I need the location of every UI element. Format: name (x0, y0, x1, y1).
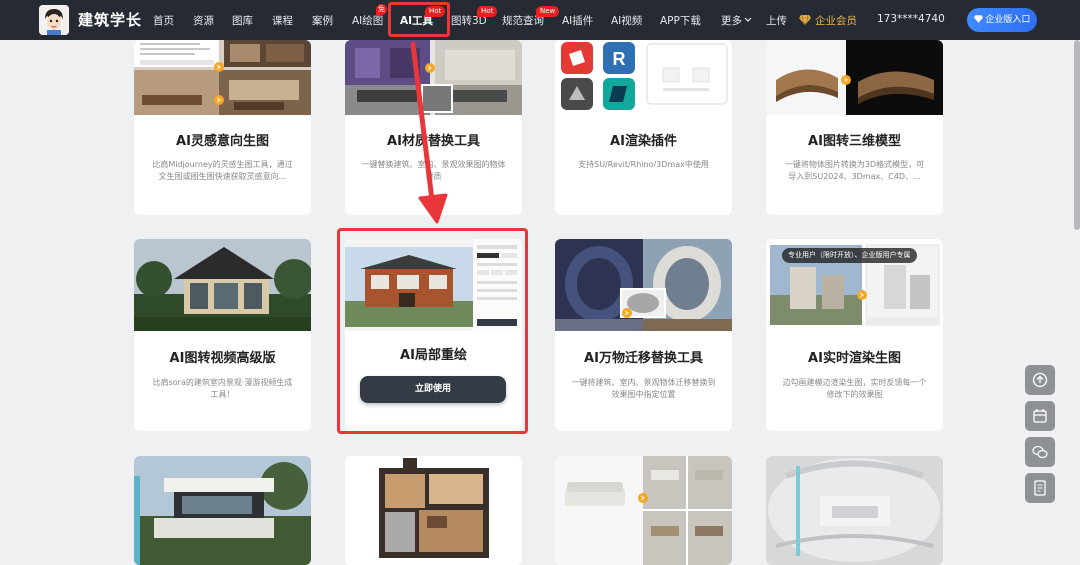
tool-card-inspiration[interactable]: AI灵感意向生图 比肩Midjourney的灵感生图工具，通过文生图或图生图快速… (134, 40, 311, 215)
nav-cases[interactable]: 案例 (312, 13, 333, 28)
arrow-up-icon (1032, 372, 1048, 388)
free-badge: 免 (376, 4, 387, 15)
tool-card-material[interactable]: AI材质替换工具 一键替换建筑、室内、景观效果图的物体材质 (345, 40, 522, 215)
card-title: AI实时渲染生图 (808, 351, 901, 366)
nav-ai-drawing[interactable]: AI绘图 (352, 13, 383, 28)
top-nav: 建筑学长 首页 资源 图库 课程 案例 AI绘图 免 AI工具 Hot 图转3D… (0, 0, 1080, 40)
card-thumbnail (555, 456, 732, 565)
user-phone[interactable]: 173****4740 (877, 13, 945, 25)
enterprise-vip-link[interactable]: 企业会员 (799, 13, 857, 28)
nav-more[interactable]: 更多 (721, 13, 742, 28)
card-description: 一键将建筑、室内、景观物体迁移替换到效果图中指定位置 (571, 378, 716, 399)
card-description: 边勾画建模边渲染生图，实时反馈每一个修改下的效果图 (782, 378, 927, 399)
enterprise-entry-button[interactable]: 企业版入口 (967, 8, 1037, 32)
nav-ai-video[interactable]: AI视频 (611, 13, 642, 28)
svg-text:R: R (613, 49, 626, 69)
card-thumbnail (134, 40, 311, 115)
wechat-button[interactable] (1025, 437, 1055, 467)
new-badge: New (536, 6, 560, 17)
card-title: AI材质替换工具 (387, 134, 480, 149)
back-to-top-button[interactable] (1025, 365, 1055, 395)
card-highlight-box (337, 228, 528, 434)
feedback-button[interactable] (1025, 473, 1055, 503)
tool-card-image-to-3d[interactable]: AI图转三维模型 一键将物体图片转换为3D格式模型，可导入到SU2024、3Dm… (766, 40, 943, 215)
tool-card-row3-2[interactable] (345, 456, 522, 565)
card-description: 一键替换建筑、室内、景观效果图的物体材质 (361, 160, 506, 181)
nav-gallery[interactable]: 图库 (232, 13, 253, 28)
card-thumbnail: R (555, 40, 732, 115)
card-thumbnail (555, 239, 732, 331)
card-thumbnail (345, 40, 522, 115)
tool-card-image-to-video[interactable]: AI图转视频高级版 比肩sora的建筑室内景观·漫游视频生成工具！ (134, 239, 311, 431)
nav-resources[interactable]: 资源 (193, 13, 214, 28)
nav-highlight-box (388, 2, 450, 37)
nav-ai-plugin[interactable]: AI插件 (562, 13, 593, 28)
nav-courses[interactable]: 课程 (272, 13, 293, 28)
page-scrollbar[interactable] (1074, 40, 1080, 230)
calendar-icon (1033, 409, 1047, 423)
card-title: AI灵感意向生图 (176, 134, 269, 149)
card-description: 比肩sora的建筑室内景观·漫游视频生成工具！ (152, 378, 293, 399)
tool-card-object-transfer[interactable]: AI万物迁移替换工具 一键将建筑、室内、景观物体迁移替换到效果图中指定位置 (555, 239, 732, 431)
tool-card-row3-3[interactable] (555, 456, 732, 565)
tool-card-row3-1[interactable] (134, 456, 311, 565)
card-title: AI万物迁移替换工具 (584, 351, 703, 366)
exclusive-tag: 专业用户（限时开放）、企业版用户专属 (782, 248, 917, 263)
card-thumbnail (345, 456, 522, 565)
feedback-icon (1034, 480, 1046, 496)
tool-card-row3-4[interactable] (766, 456, 943, 565)
card-thumbnail (134, 239, 311, 331)
nav-app-download[interactable]: APP下载 (660, 13, 701, 28)
nav-home[interactable]: 首页 (153, 13, 174, 28)
card-description: 比肩Midjourney的灵感生图工具，通过文生图或图生图快速获取灵感意向... (152, 160, 293, 181)
calendar-button[interactable] (1025, 401, 1055, 431)
card-description: 支持SU/Revit/Rhino/3Dmax中使用 (578, 160, 709, 169)
chevron-down-icon[interactable] (744, 17, 752, 23)
logo-avatar-icon[interactable] (39, 5, 69, 35)
nav-upload[interactable]: 上传 (766, 13, 787, 28)
card-thumbnail (766, 40, 943, 115)
card-thumbnail (766, 456, 943, 565)
card-thumbnail (134, 456, 311, 565)
diamond-icon (973, 15, 983, 23)
tool-card-render-plugin[interactable]: R AI渲染插件 支持SU/Revit/Rhino/3Dmax中使用 (555, 40, 732, 215)
wechat-icon (1032, 445, 1048, 459)
vip-label: 企业会员 (815, 15, 857, 27)
tool-card-realtime-render[interactable]: 专业用户（限时开放）、企业版用户专属 AI实时渲染生图 边勾画建模边渲染生图，实… (766, 239, 943, 431)
card-title: AI图转三维模型 (808, 134, 901, 149)
site-logo-text[interactable]: 建筑学长 (78, 9, 142, 30)
enterprise-entry-label: 企业版入口 (985, 15, 1031, 25)
hot-badge: Hot (477, 6, 498, 17)
card-title: AI图转视频高级版 (169, 351, 276, 366)
card-description: 一键将物体图片转换为3D格式模型，可导入到SU2024、3Dmax、C4D、..… (784, 160, 925, 181)
card-title: AI渲染插件 (610, 134, 677, 149)
diamond-icon (799, 15, 811, 25)
